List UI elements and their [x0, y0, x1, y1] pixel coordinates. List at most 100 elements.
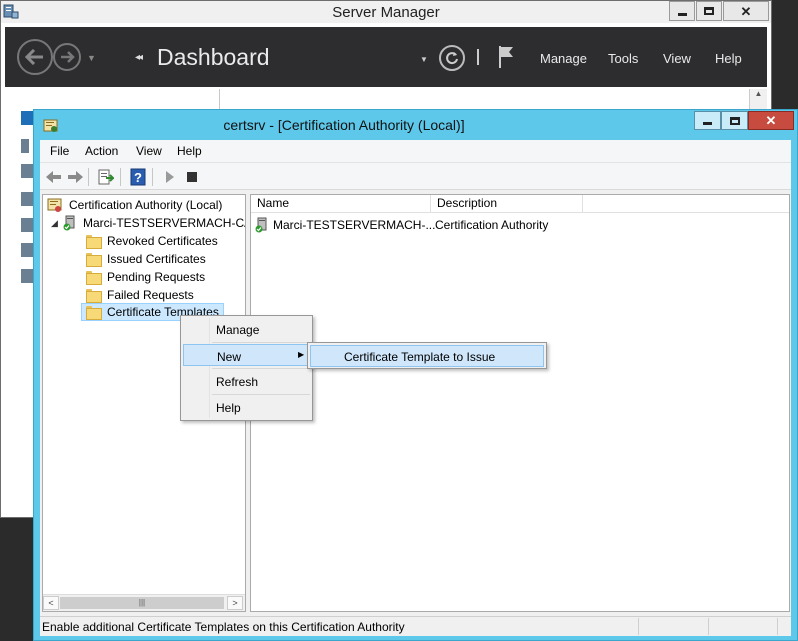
minimize-button[interactable]	[694, 111, 721, 130]
context-menu-separator	[212, 342, 310, 343]
scroll-right-icon[interactable]: >	[227, 596, 243, 610]
context-menu-label: New	[217, 350, 242, 364]
toolbar-separator	[120, 168, 121, 186]
close-icon: ✕	[765, 113, 777, 128]
submenu-arrow-icon: ▶	[298, 350, 305, 359]
server-manager-title: Server Manager	[332, 4, 440, 21]
submenu-new: Certificate Template to Issue	[307, 342, 547, 369]
certsrv-window: certsrv - [Certification Authority (Loca…	[33, 109, 798, 641]
menu-view[interactable]: View	[136, 144, 162, 158]
certsrv-client-area: File Action View Help ? Certification Au…	[40, 140, 791, 636]
status-text: Enable additional Certificate Templates …	[42, 620, 405, 634]
status-pane-divider	[777, 618, 778, 635]
context-menu-item-help[interactable]: Help	[183, 396, 311, 418]
back-button[interactable]	[17, 39, 53, 75]
minimize-icon	[677, 12, 687, 16]
tree-item-ca[interactable]: ◢ Marci-TESTSERVERMACH-CA	[51, 214, 246, 232]
column-header-description[interactable]: Description	[431, 195, 583, 213]
menu-view[interactable]: View	[663, 51, 691, 66]
tree-item-pending-requests[interactable]: Pending Requests	[85, 268, 207, 286]
tree-label: Certification Authority (Local)	[69, 198, 223, 212]
certsrv-title: certsrv - [Certification Authority (Loca…	[223, 117, 465, 133]
toolbar-stop-service-button[interactable]	[182, 167, 202, 187]
tree-item-issued-certificates[interactable]: Issued Certificates	[85, 250, 208, 268]
tree-label: Marci-TESTSERVERMACH-CA	[83, 216, 246, 230]
list-header: Name Description	[251, 195, 789, 213]
stop-icon	[187, 172, 197, 182]
refresh-button[interactable]	[439, 45, 465, 71]
server-manager-divider	[219, 89, 220, 109]
folder-icon	[85, 235, 102, 249]
menu-action[interactable]: Action	[85, 144, 118, 158]
close-icon: ✕	[740, 3, 752, 19]
submenu-label: Certificate Template to Issue	[344, 350, 496, 364]
history-dropdown-icon[interactable]: ▼	[87, 53, 96, 63]
column-header-name[interactable]: Name	[251, 195, 431, 213]
notifications-flag-icon[interactable]	[497, 45, 515, 69]
toolbar-separator	[152, 168, 153, 186]
tree-item-failed-requests[interactable]: Failed Requests	[85, 286, 196, 304]
toolbar-forward-button[interactable]	[65, 167, 85, 187]
tree-label: Pending Requests	[107, 270, 206, 284]
scroll-thumb[interactable]: |||	[60, 597, 224, 609]
local-server-icon[interactable]	[21, 139, 29, 153]
server-manager-sidebar	[5, 89, 35, 514]
ca-server-icon	[63, 215, 75, 231]
toolbar: ?	[40, 162, 791, 190]
toolbar-separator	[88, 168, 89, 186]
forward-button[interactable]	[53, 43, 81, 71]
context-menu-separator	[212, 394, 310, 395]
refresh-icon	[446, 52, 458, 65]
breadcrumb-dropdown-icon[interactable]: ▼	[420, 55, 428, 64]
tree-horizontal-scrollbar[interactable]: < ||| >	[43, 594, 245, 611]
context-menu-item-new[interactable]: New ▶	[183, 344, 311, 366]
menu-manage[interactable]: Manage	[540, 51, 587, 66]
minimize-button[interactable]	[669, 1, 695, 21]
context-menu-separator	[212, 368, 310, 369]
submenu-item-certificate-template-to-issue[interactable]: Certificate Template to Issue	[310, 345, 544, 367]
close-button[interactable]: ✕	[748, 111, 794, 130]
maximize-button[interactable]	[721, 111, 748, 130]
toolbar-back-button[interactable]	[44, 167, 64, 187]
maximize-icon	[729, 116, 740, 125]
folder-icon	[85, 271, 102, 285]
toolbar-start-service-button[interactable]	[160, 167, 180, 187]
server-manager-titlebar[interactable]: Server Manager ✕	[1, 1, 771, 23]
breadcrumb-arrows-icon: ◂◂	[135, 52, 143, 63]
toolbar-export-list-button[interactable]	[96, 167, 116, 187]
list-item-name: Marci-TESTSERVERMACH-...	[273, 218, 436, 232]
menu-file[interactable]: File	[50, 144, 69, 158]
expand-arrow-icon[interactable]: ◢	[51, 218, 63, 229]
list-item-description: Certification Authority	[435, 218, 549, 232]
close-button[interactable]: ✕	[723, 1, 769, 21]
tree-label: Revoked Certificates	[107, 234, 218, 248]
scroll-left-icon[interactable]: <	[43, 596, 59, 610]
context-menu-item-manage[interactable]: Manage	[183, 318, 311, 340]
forward-arrow-icon	[61, 51, 75, 63]
list-item[interactable]: Marci-TESTSERVERMACH-... Certification A…	[255, 216, 548, 234]
server-manager-scrollbar[interactable]: ▲	[749, 89, 767, 111]
play-icon	[166, 171, 174, 183]
export-list-icon	[98, 169, 114, 185]
header-separator	[477, 49, 479, 65]
server-manager-header: ▼ ◂◂ Dashboard ▼ Manage Tools View Help	[5, 27, 767, 87]
status-pane-divider	[638, 618, 639, 635]
toolbar-help-button[interactable]: ?	[128, 167, 148, 187]
status-pane-divider	[708, 618, 709, 635]
minimize-icon	[703, 122, 712, 125]
menu-tools[interactable]: Tools	[608, 51, 638, 66]
menu-help[interactable]: Help	[715, 51, 742, 66]
context-menu-item-refresh[interactable]: Refresh	[183, 370, 311, 392]
ca-server-icon	[255, 217, 267, 233]
svg-text:?: ?	[134, 170, 142, 185]
tree-item-revoked-certificates[interactable]: Revoked Certificates	[85, 232, 220, 250]
back-arrow-icon	[25, 49, 43, 65]
tree-label: Issued Certificates	[107, 252, 206, 266]
page-title: Dashboard	[157, 44, 270, 70]
scroll-up-icon[interactable]: ▲	[755, 89, 763, 98]
maximize-button[interactable]	[696, 1, 722, 21]
certsrv-titlebar[interactable]: certsrv - [Certification Authority (Loca…	[34, 110, 797, 140]
menu-help[interactable]: Help	[177, 144, 202, 158]
folder-icon	[85, 253, 102, 267]
tree-item-root[interactable]: Certification Authority (Local)	[47, 196, 224, 214]
